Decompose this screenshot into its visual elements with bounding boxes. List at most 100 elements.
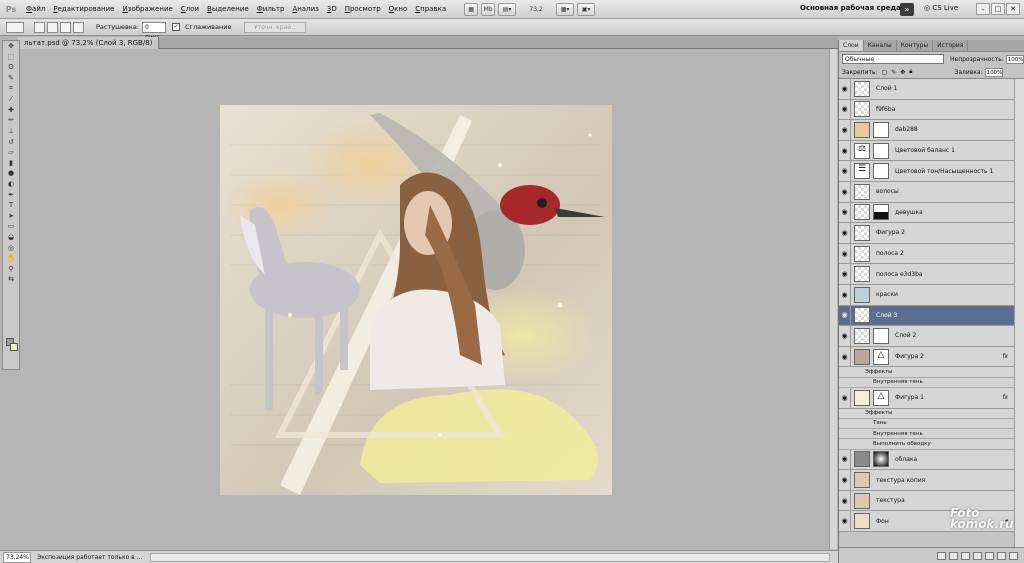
workspace-title[interactable]: Основная рабочая среда bbox=[800, 4, 901, 12]
healing-brush-icon[interactable]: ✚ bbox=[4, 105, 18, 116]
visibility-eye-icon[interactable]: ◉ bbox=[839, 99, 851, 120]
background-color-swatch[interactable] bbox=[10, 343, 18, 351]
lock-transparent-icon[interactable]: ▢ bbox=[882, 69, 888, 76]
tab-layers[interactable]: Слои bbox=[839, 40, 864, 51]
marquee-tool-icon[interactable]: ⬚ bbox=[4, 52, 18, 63]
tab-paths[interactable]: Контуры bbox=[897, 40, 934, 51]
lasso-preset-icon[interactable] bbox=[6, 21, 24, 33]
layers-scrollbar[interactable] bbox=[1014, 79, 1024, 547]
menu-image[interactable]: Изображение bbox=[118, 5, 176, 13]
menu-filter[interactable]: Фильтр bbox=[253, 5, 289, 13]
arrange-documents-button[interactable]: ▦▾ bbox=[556, 2, 575, 16]
layer-row[interactable]: ◉ f9f6ba bbox=[839, 99, 1014, 121]
eyedropper-icon[interactable]: ⁄ bbox=[4, 94, 18, 105]
canvas-area[interactable] bbox=[20, 49, 830, 549]
dodge-tool-icon[interactable]: ◐ bbox=[4, 179, 18, 190]
zoom-level-select[interactable]: 73,2 bbox=[519, 3, 553, 16]
layer-row[interactable]: ◉ полоса 2 bbox=[839, 243, 1014, 265]
pen-tool-icon[interactable]: ✒ bbox=[4, 189, 18, 200]
lock-all-icon[interactable]: 🔒︎ bbox=[909, 68, 912, 76]
path-select-icon[interactable]: ➤ bbox=[4, 211, 18, 222]
antialias-checkbox[interactable]: ✓ bbox=[172, 23, 180, 31]
clone-stamp-icon[interactable]: ⊥ bbox=[4, 126, 18, 137]
3d-orbit-icon[interactable]: ◎ bbox=[4, 242, 18, 253]
document-tab[interactable]: льтат.psd @ 73,2% (Слой 3, RGB/8) bbox=[18, 37, 160, 49]
canvas-horizontal-scrollbar[interactable] bbox=[150, 552, 831, 562]
layer-row[interactable]: ◉ Слой 2 bbox=[839, 326, 1014, 347]
visibility-eye-icon[interactable]: ◉ bbox=[839, 243, 851, 264]
visibility-eye-icon[interactable]: ◉ bbox=[839, 161, 851, 181]
zoom-field[interactable]: 73,24% bbox=[3, 551, 31, 563]
close-icon[interactable]: ✕ bbox=[1006, 3, 1020, 15]
visibility-eye-icon[interactable]: ◉ bbox=[839, 511, 851, 532]
menu-help[interactable]: Справка bbox=[411, 5, 450, 13]
visibility-eye-icon[interactable]: ◉ bbox=[839, 181, 851, 202]
link-layers-icon[interactable] bbox=[937, 551, 946, 560]
visibility-eye-icon[interactable]: ◉ bbox=[839, 223, 851, 243]
layer-row[interactable]: ◉ волосы bbox=[839, 181, 1014, 203]
minimize-icon[interactable]: – bbox=[976, 3, 990, 15]
new-group-icon[interactable] bbox=[985, 551, 994, 560]
subtract-selection-icon[interactable] bbox=[60, 21, 71, 33]
menu-view[interactable]: Просмотр bbox=[341, 5, 385, 13]
layer-row[interactable]: ◉ Фигура 2 bbox=[839, 223, 1014, 244]
add-selection-icon[interactable] bbox=[47, 21, 58, 33]
effect-row[interactable]: Тень bbox=[839, 418, 1014, 430]
layer-row[interactable]: ◉ текстура копия bbox=[839, 470, 1014, 491]
lock-image-icon[interactable]: ✎ bbox=[891, 69, 896, 76]
minibridge-button[interactable]: Mb bbox=[481, 2, 496, 16]
visibility-eye-icon[interactable]: ◉ bbox=[839, 140, 851, 161]
workspace-switcher-icon[interactable]: » bbox=[900, 3, 914, 16]
zoom-tool-icon[interactable]: ⚲ bbox=[4, 263, 18, 274]
menu-layers[interactable]: Слои bbox=[177, 5, 203, 13]
menu-select[interactable]: Выделение bbox=[203, 5, 253, 13]
add-mask-icon[interactable] bbox=[961, 551, 970, 560]
fill-input[interactable]: 100% bbox=[984, 67, 1003, 77]
effect-row[interactable]: Выполнить обводку bbox=[839, 439, 1014, 450]
visibility-eye-icon[interactable]: ◉ bbox=[839, 202, 851, 223]
effects-row[interactable]: Эффекты bbox=[839, 408, 1014, 419]
screen-mode-button[interactable]: ▣▾ bbox=[577, 2, 596, 16]
document-artwork[interactable] bbox=[220, 105, 612, 495]
gradient-tool-icon[interactable]: ▮ bbox=[4, 158, 18, 169]
refine-edge-button[interactable]: Уточн. край... bbox=[244, 21, 307, 33]
layer-row-selected[interactable]: ◉ Слой 3 bbox=[839, 305, 1014, 327]
canvas-vertical-scrollbar[interactable] bbox=[829, 49, 837, 549]
visibility-eye-icon[interactable]: ◉ bbox=[839, 346, 851, 367]
lock-position-icon[interactable]: ✥ bbox=[900, 69, 905, 76]
visibility-eye-icon[interactable]: ◉ bbox=[839, 387, 851, 408]
quick-select-icon[interactable]: ✎ bbox=[4, 73, 18, 84]
layer-row[interactable]: ◉ ⚖ Цветовой баланс 1 bbox=[839, 140, 1014, 162]
feather-input[interactable]: 0 пикс bbox=[142, 21, 166, 41]
visibility-eye-icon[interactable]: ◉ bbox=[839, 470, 851, 490]
layer-row[interactable]: ◉ Слой 1 bbox=[839, 79, 1014, 100]
new-selection-icon[interactable] bbox=[34, 21, 45, 33]
layer-row[interactable]: ◉ ☰ Цветовой тон/Насыщенность 1 bbox=[839, 161, 1014, 182]
add-style-icon[interactable] bbox=[949, 551, 958, 560]
tab-channels[interactable]: Каналы bbox=[864, 40, 897, 51]
intersect-selection-icon[interactable] bbox=[73, 21, 84, 33]
menu-edit[interactable]: Редактирование bbox=[49, 5, 118, 13]
new-layer-icon[interactable] bbox=[997, 551, 1006, 560]
visibility-eye-icon[interactable]: ◉ bbox=[839, 120, 851, 140]
menu-3d[interactable]: 3D bbox=[323, 5, 341, 13]
layer-row[interactable]: ◉ △ Фигура 1 fx bbox=[839, 387, 1014, 409]
layer-row[interactable]: ◉ dab288 bbox=[839, 120, 1014, 141]
status-info[interactable]: Экспозиция работает только в ... bbox=[37, 554, 142, 561]
layer-row[interactable]: ◉ облака bbox=[839, 449, 1014, 471]
hand-tool-icon[interactable]: ✋ bbox=[4, 253, 18, 264]
visibility-eye-icon[interactable]: ◉ bbox=[839, 490, 851, 511]
blur-tool-icon[interactable]: ● bbox=[4, 168, 18, 179]
visibility-eye-icon[interactable]: ◉ bbox=[839, 79, 851, 99]
effect-row[interactable]: Внутренняя тень bbox=[839, 377, 1014, 388]
tab-history[interactable]: История bbox=[933, 40, 969, 51]
layer-row[interactable]: ◉ △ Фигура 2 fx bbox=[839, 346, 1014, 368]
opacity-input[interactable]: 100% bbox=[1005, 54, 1024, 64]
maximize-icon[interactable]: □ bbox=[991, 3, 1005, 15]
shape-tool-icon[interactable]: ▭ bbox=[4, 221, 18, 232]
brush-tool-icon[interactable]: ✏ bbox=[4, 115, 18, 126]
layer-row[interactable]: ◉ полоса e3d3ba bbox=[839, 264, 1014, 285]
visibility-eye-icon[interactable]: ◉ bbox=[839, 305, 851, 326]
blend-mode-select[interactable]: Обычные bbox=[842, 54, 944, 64]
layer-row[interactable]: ◉ краски bbox=[839, 284, 1014, 306]
